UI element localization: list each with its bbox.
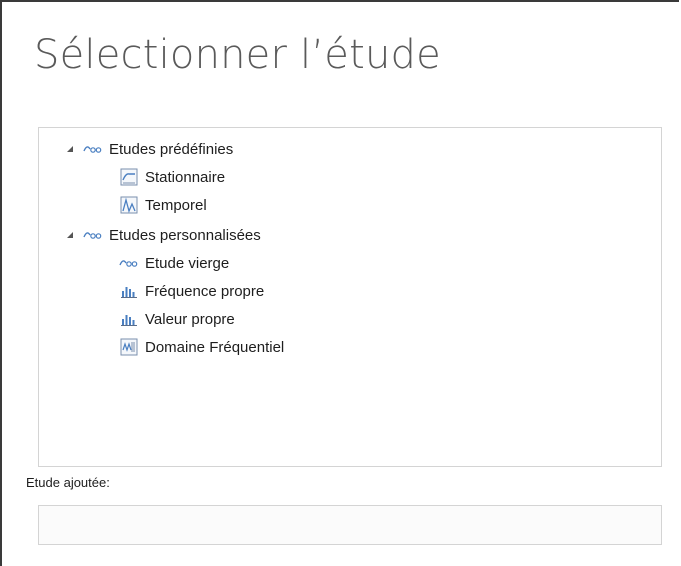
tree-item-label: Valeur propre [145, 310, 235, 328]
stationary-study-icon [119, 168, 139, 186]
tree-item-blank-study[interactable]: Etude vierge [119, 250, 229, 276]
added-study-label: Etude ajoutée: [26, 475, 110, 490]
study-group-icon [83, 140, 103, 158]
tree-item-label: Etude vierge [145, 254, 230, 272]
tree-group-custom-studies[interactable]: Etudes personnalisées [65, 222, 261, 248]
added-study-field[interactable] [38, 505, 662, 545]
expand-toggle-icon[interactable] [65, 230, 75, 240]
tree-item-label: Fréquence propre [145, 282, 265, 300]
study-wizard-window: Sélectionner l’étude Etudes prédéfinies [0, 0, 679, 566]
eigenvalue-study-icon [119, 310, 139, 328]
tree-item-stationary[interactable]: Stationnaire [119, 164, 225, 190]
page-title: Sélectionner l’étude [34, 32, 441, 78]
tree-group-predefined-studies[interactable]: Etudes prédéfinies [65, 136, 233, 162]
tree-group-label: Etudes prédéfinies [109, 140, 234, 158]
study-group-icon [119, 254, 139, 272]
frequency-domain-study-icon [119, 338, 139, 356]
tree-item-label: Temporel [145, 196, 207, 214]
expand-toggle-icon[interactable] [65, 144, 75, 154]
study-group-icon [83, 226, 103, 244]
tree-item-label: Domaine Fréquentiel [145, 338, 285, 356]
tree-item-frequency-domain[interactable]: Domaine Fréquentiel [119, 334, 284, 360]
tree-item-eigenfrequency[interactable]: Fréquence propre [119, 278, 264, 304]
tree-item-eigenvalue[interactable]: Valeur propre [119, 306, 235, 332]
study-tree: Etudes prédéfinies Stationnaire Temporel [38, 127, 662, 467]
tree-group-label: Etudes personnalisées [109, 226, 261, 244]
tree-item-time-dependent[interactable]: Temporel [119, 192, 207, 218]
time-dependent-study-icon [119, 196, 139, 214]
tree-item-label: Stationnaire [145, 168, 226, 186]
eigenfrequency-study-icon [119, 282, 139, 300]
